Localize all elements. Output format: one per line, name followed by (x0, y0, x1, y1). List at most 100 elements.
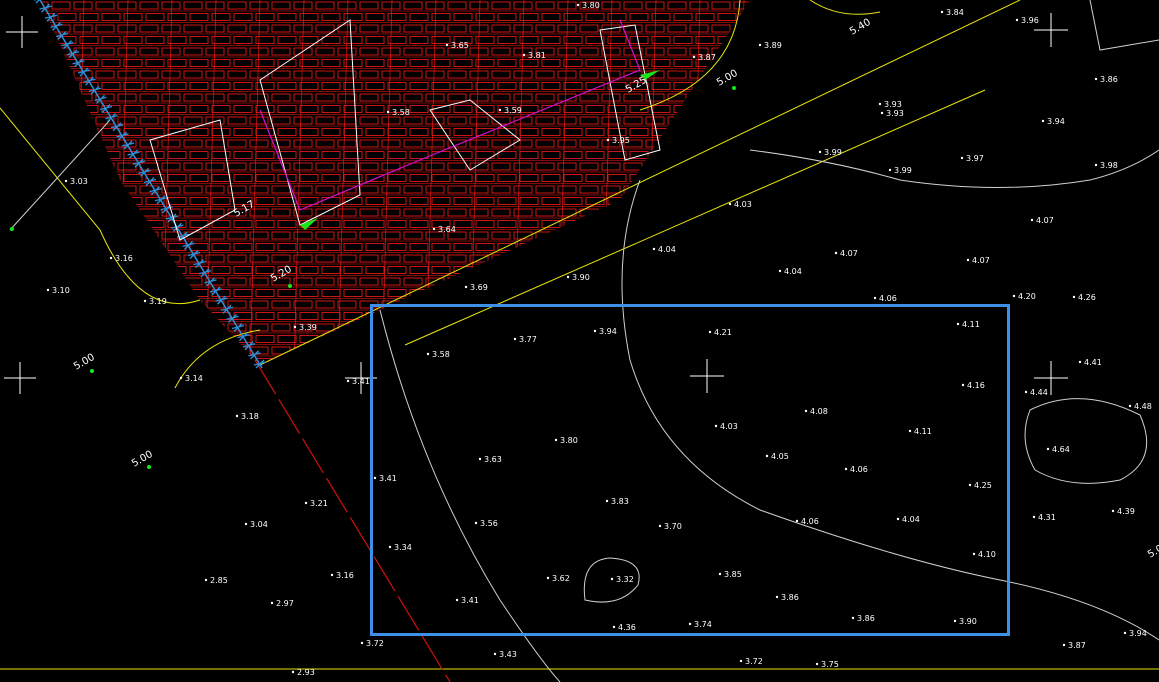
grid-cell (579, 231, 599, 240)
grid-cell (145, 358, 165, 365)
grid-cell (321, 266, 341, 274)
grid-cell (535, 254, 555, 263)
grid-cell (139, 1, 159, 10)
grid-cell (337, 47, 357, 56)
grid-cell (359, 208, 379, 217)
grid-cell (563, 243, 583, 251)
grid-cell (695, 266, 715, 274)
spot-point (432, 227, 436, 231)
cad-drawing-canvas[interactable]: 3.77 3.94 4.21 4.11 3.58 4.16 4.08 4.03 4.11 3.80… (0, 0, 1159, 682)
grid-cell (409, 197, 429, 205)
grid-cell (95, 277, 115, 286)
grid-cell (123, 13, 143, 21)
grid-cell (469, 208, 489, 217)
grid-cell (403, 93, 423, 102)
grid-cell (299, 13, 319, 21)
grid-cell (497, 197, 517, 205)
grid-cell (535, 139, 555, 148)
grid-cell (51, 231, 71, 240)
grid-cell (365, 36, 385, 44)
spot-point (1072, 295, 1076, 299)
grid-cell (453, 174, 473, 182)
grid-cell (475, 128, 495, 136)
grid-cell (139, 93, 159, 102)
grid-cell (513, 139, 533, 148)
grid-cell (277, 82, 297, 90)
selection-rectangle[interactable] (370, 304, 1010, 636)
grid-cell (733, 208, 750, 217)
grid-cell (255, 289, 275, 297)
grid-cell (117, 300, 137, 309)
spot-elevation-label: 3.03 (70, 177, 88, 186)
spot-elevation-label: 3.64 (438, 225, 456, 234)
grid-cell (535, 208, 555, 217)
grid-cell (343, 266, 363, 274)
grid-cell (299, 358, 319, 365)
grid-cell (255, 312, 275, 320)
grid-cell (387, 151, 407, 159)
grid-cell (431, 289, 451, 297)
spot-point (873, 296, 877, 300)
grid-cell (277, 105, 297, 113)
grid-cell (557, 139, 577, 148)
grid-cell (403, 1, 423, 10)
grid-cell (57, 13, 77, 21)
grid-cell (139, 277, 159, 286)
grid-cell (756, 94, 774, 101)
grid-cell (40, 243, 55, 251)
spot-elevation-label: 3.86 (1100, 75, 1118, 84)
grid-cell (73, 116, 93, 125)
grid-cell (271, 185, 291, 194)
grid-cell (255, 220, 275, 228)
grid-cell (299, 59, 319, 67)
grid-cell (733, 162, 750, 171)
spot-point (522, 53, 526, 57)
grid-cell (189, 197, 209, 205)
grid-cell (601, 231, 621, 240)
grid-line (40, 0, 41, 365)
grid-cell (695, 197, 715, 205)
spot-point (1046, 447, 1050, 451)
grid-cell (73, 208, 93, 217)
grid-cell (365, 151, 385, 159)
grid-cell (79, 335, 99, 343)
grid-cell (40, 36, 55, 44)
grid-cell (711, 277, 731, 286)
grid-cell (739, 220, 750, 228)
grid-cell (233, 105, 253, 113)
grid-cell (651, 220, 671, 228)
grid-cell (299, 128, 319, 136)
grid-cell (381, 1, 401, 10)
grid-cell (387, 289, 407, 297)
grid-cell (447, 116, 467, 125)
grid-cell (381, 47, 401, 56)
grid-cell (123, 59, 143, 67)
grid-cell (739, 105, 750, 113)
grid-cell (431, 82, 451, 90)
grid-cell (79, 266, 99, 274)
grid-cell (321, 243, 341, 251)
grid-cell (519, 59, 539, 67)
grid-cell (579, 93, 599, 102)
grid-cell (255, 59, 275, 67)
grid-cell (205, 185, 225, 194)
grid-cell (381, 231, 401, 240)
grid-cell (359, 231, 379, 240)
grid-line (293, 0, 305, 365)
grid-cell (623, 254, 643, 263)
grid-cell (733, 231, 750, 240)
grid-cell (541, 266, 561, 274)
grid-cell (73, 323, 93, 332)
grid-cell (645, 47, 665, 56)
grid-cell (161, 139, 181, 148)
grid-cell (585, 13, 605, 21)
grid-cell (249, 185, 269, 194)
grid-cell (183, 70, 203, 79)
grid-cell (563, 128, 583, 136)
spot-elevation-label: 4.20 (1018, 292, 1036, 301)
grid-cell (491, 70, 511, 79)
grid-cell (585, 220, 605, 228)
grid-cell (585, 128, 605, 136)
grid-cell (585, 174, 605, 182)
grid-cell (535, 116, 555, 125)
